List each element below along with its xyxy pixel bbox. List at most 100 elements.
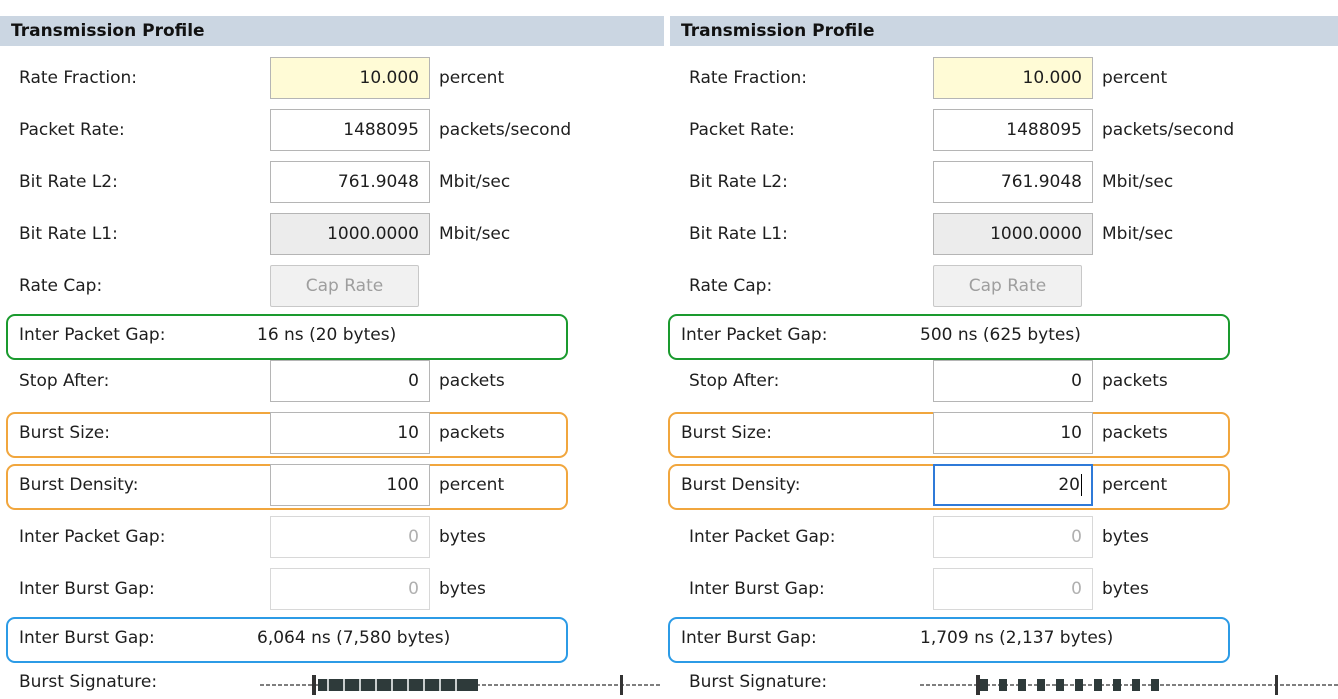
burst-signature-graphic xyxy=(920,675,1338,695)
burst-density-row: Burst Density: 20 percent xyxy=(668,461,1338,513)
inter-packet-gap-info-row: Inter Packet Gap: 500 ns (625 bytes) xyxy=(668,311,1338,363)
bit-rate-l1-row: Bit Rate L1: 1000.0000 Mbit/sec xyxy=(0,210,664,262)
inter-packet-gap-bytes-row: Inter Packet Gap: 0 bytes xyxy=(670,513,1338,565)
section-header: Transmission Profile xyxy=(670,16,1338,46)
burst-density-input-value: 20 xyxy=(1058,475,1080,495)
burst-size-row: Burst Size: 10 packets xyxy=(668,409,1338,461)
stop-after-row: Stop After: 0 packets xyxy=(670,357,1338,409)
inter-packet-gap-bytes-label: Inter Packet Gap: xyxy=(689,527,836,547)
bit-rate-l2-input[interactable]: 761.9048 xyxy=(270,161,430,203)
bit-rate-l2-input[interactable]: 761.9048 xyxy=(933,161,1093,203)
packet-rate-input[interactable]: 1488095 xyxy=(933,109,1093,151)
stop-after-unit: packets xyxy=(1102,371,1168,391)
inter-burst-gap-bytes-row: Inter Burst Gap: 0 bytes xyxy=(0,565,664,617)
burst-signature-label: Burst Signature: xyxy=(19,672,158,692)
burst-size-row: Burst Size: 10 packets xyxy=(0,409,664,461)
bit-rate-l2-unit: Mbit/sec xyxy=(439,172,511,192)
packet-rate-unit: packets/second xyxy=(1102,120,1235,140)
bit-rate-l2-unit: Mbit/sec xyxy=(1102,172,1174,192)
bit-rate-l1-unit: Mbit/sec xyxy=(1102,224,1174,244)
packet-rate-input[interactable]: 1488095 xyxy=(270,109,430,151)
bit-rate-l1-unit: Mbit/sec xyxy=(439,224,511,244)
transmission-profile-panel-right: Transmission Profile Rate Fraction: 10.0… xyxy=(668,0,1338,699)
bit-rate-l2-row: Bit Rate L2: 761.9048 Mbit/sec xyxy=(0,158,664,210)
inter-packet-gap-info-label: Inter Packet Gap: xyxy=(19,325,166,345)
packet-rate-label: Packet Rate: xyxy=(689,120,795,140)
text-caret xyxy=(1081,474,1082,496)
burst-density-unit: percent xyxy=(439,475,505,495)
burst-size-input[interactable]: 10 xyxy=(933,412,1093,454)
burst-density-unit: percent xyxy=(1102,475,1168,495)
burst-signature-row: Burst Signature: xyxy=(670,662,1338,699)
bit-rate-l1-label: Bit Rate L1: xyxy=(19,224,118,244)
inter-burst-gap-info-row: Inter Burst Gap: 1,709 ns (2,137 bytes) xyxy=(668,614,1338,666)
stop-after-label: Stop After: xyxy=(19,371,110,391)
rate-cap-row: Rate Cap: Cap Rate xyxy=(0,262,664,314)
bit-rate-l1-field: 1000.0000 xyxy=(933,213,1093,255)
rate-fraction-row: Rate Fraction: 10.000 percent xyxy=(670,54,1338,106)
rate-fraction-label: Rate Fraction: xyxy=(689,68,807,88)
burst-density-row: Burst Density: 100 percent xyxy=(0,461,664,513)
burst-size-label: Burst Size: xyxy=(19,423,110,443)
rate-cap-row: Rate Cap: Cap Rate xyxy=(670,262,1338,314)
stop-after-input[interactable]: 0 xyxy=(933,360,1093,402)
inter-burst-gap-bytes-label: Inter Burst Gap: xyxy=(689,579,825,599)
bit-rate-l1-row: Bit Rate L1: 1000.0000 Mbit/sec xyxy=(670,210,1338,262)
inter-packet-gap-info-value: 16 ns (20 bytes) xyxy=(257,325,397,345)
rate-fraction-input[interactable]: 10.000 xyxy=(933,57,1093,99)
rate-fraction-input[interactable]: 10.000 xyxy=(270,57,430,99)
inter-burst-gap-info-label: Inter Burst Gap: xyxy=(681,628,817,648)
packet-rate-row: Packet Rate: 1488095 packets/second xyxy=(0,106,664,158)
burst-size-input[interactable]: 10 xyxy=(270,412,430,454)
cap-rate-button[interactable]: Cap Rate xyxy=(933,265,1082,307)
bit-rate-l2-row: Bit Rate L2: 761.9048 Mbit/sec xyxy=(670,158,1338,210)
packet-rate-label: Packet Rate: xyxy=(19,120,125,140)
rate-cap-label: Rate Cap: xyxy=(19,276,103,296)
burst-density-input[interactable]: 100 xyxy=(270,464,430,506)
inter-packet-gap-info-value: 500 ns (625 bytes) xyxy=(920,325,1081,345)
burst-size-label: Burst Size: xyxy=(681,423,772,443)
burst-density-label: Burst Density: xyxy=(681,475,801,495)
inter-packet-gap-bytes-row: Inter Packet Gap: 0 bytes xyxy=(0,513,664,565)
burst-density-label: Burst Density: xyxy=(19,475,139,495)
inter-packet-gap-info-label: Inter Packet Gap: xyxy=(681,325,828,345)
inter-burst-gap-bytes-unit: bytes xyxy=(1102,579,1149,599)
inter-packet-gap-bytes-unit: bytes xyxy=(439,527,486,547)
rate-cap-label: Rate Cap: xyxy=(689,276,773,296)
bit-rate-l1-label: Bit Rate L1: xyxy=(689,224,788,244)
inter-packet-gap-bytes-label: Inter Packet Gap: xyxy=(19,527,166,547)
bit-rate-l1-field: 1000.0000 xyxy=(270,213,430,255)
burst-signature-row: Burst Signature: xyxy=(0,662,664,699)
burst-signature-graphic xyxy=(260,675,660,695)
section-header: Transmission Profile xyxy=(0,16,664,46)
inter-burst-gap-bytes-unit: bytes xyxy=(439,579,486,599)
packet-rate-row: Packet Rate: 1488095 packets/second xyxy=(670,106,1338,158)
inter-burst-gap-bytes-label: Inter Burst Gap: xyxy=(19,579,155,599)
rate-fraction-row: Rate Fraction: 10.000 percent xyxy=(0,54,664,106)
rate-fraction-label: Rate Fraction: xyxy=(19,68,137,88)
inter-packet-gap-bytes-input: 0 xyxy=(933,516,1093,558)
inter-packet-gap-bytes-unit: bytes xyxy=(1102,527,1149,547)
inter-burst-gap-bytes-row: Inter Burst Gap: 0 bytes xyxy=(670,565,1338,617)
stop-after-row: Stop After: 0 packets xyxy=(0,357,664,409)
transmission-profile-panel-left: Transmission Profile Rate Fraction: 10.0… xyxy=(0,0,664,699)
inter-burst-gap-info-value: 6,064 ns (7,580 bytes) xyxy=(257,628,451,648)
inter-burst-gap-info-label: Inter Burst Gap: xyxy=(19,628,155,648)
inter-packet-gap-info-row: Inter Packet Gap: 16 ns (20 bytes) xyxy=(0,311,664,363)
stop-after-label: Stop After: xyxy=(689,371,780,391)
burst-size-unit: packets xyxy=(439,423,505,443)
stop-after-unit: packets xyxy=(439,371,505,391)
stop-after-input[interactable]: 0 xyxy=(270,360,430,402)
rate-fraction-unit: percent xyxy=(1102,68,1168,88)
bit-rate-l2-label: Bit Rate L2: xyxy=(19,172,118,192)
inter-burst-gap-bytes-input: 0 xyxy=(933,568,1093,610)
burst-signature-label: Burst Signature: xyxy=(689,672,828,692)
burst-size-unit: packets xyxy=(1102,423,1168,443)
cap-rate-button[interactable]: Cap Rate xyxy=(270,265,419,307)
inter-burst-gap-info-value: 1,709 ns (2,137 bytes) xyxy=(920,628,1114,648)
packet-rate-unit: packets/second xyxy=(439,120,572,140)
inter-packet-gap-bytes-input: 0 xyxy=(270,516,430,558)
bit-rate-l2-label: Bit Rate L2: xyxy=(689,172,788,192)
rate-fraction-unit: percent xyxy=(439,68,505,88)
burst-density-input[interactable]: 20 xyxy=(933,464,1093,506)
